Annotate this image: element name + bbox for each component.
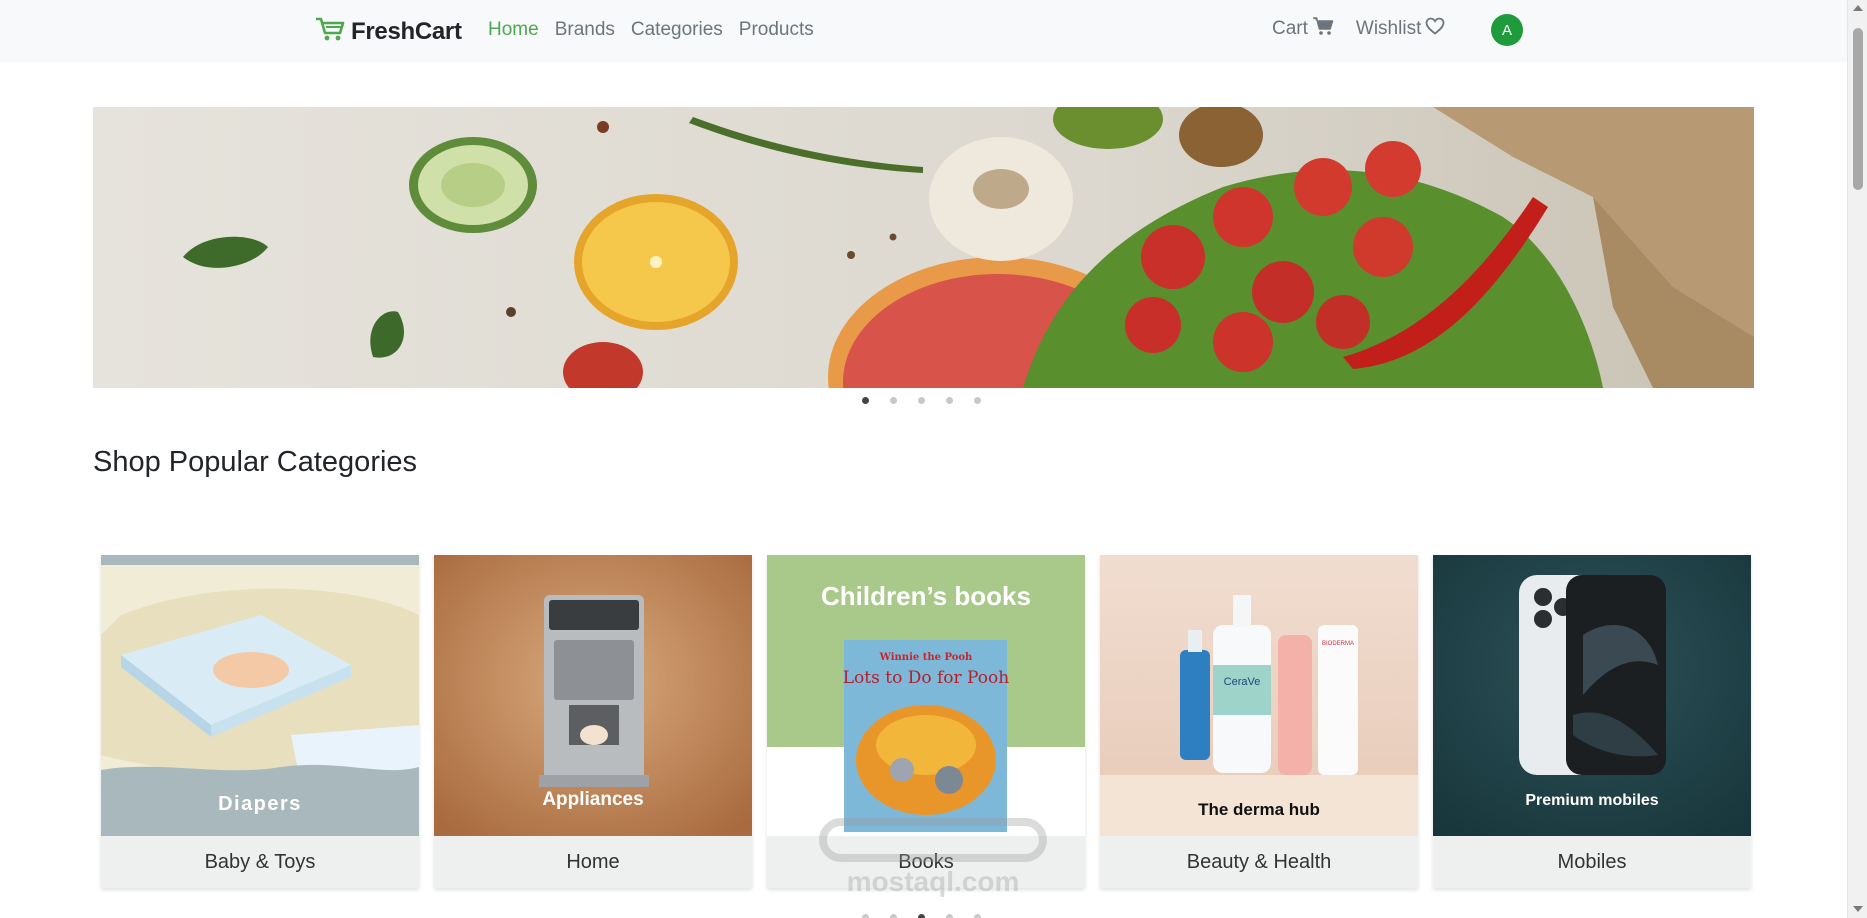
svg-text:Diapers: Diapers (218, 793, 302, 815)
scroll-up-icon[interactable] (1853, 5, 1863, 11)
nav-link-products[interactable]: Products (739, 19, 814, 41)
category-name: Beauty & Health (1100, 836, 1418, 888)
category-name: Baby & Toys (101, 836, 419, 888)
hero-dot-4[interactable] (946, 397, 953, 404)
main-nav: Home Brands Categories Products (488, 19, 814, 41)
section-title: Shop Popular Categories (93, 446, 418, 478)
nav-actions: Cart Wishlist (1272, 16, 1445, 42)
hero-dot-3[interactable] (918, 397, 925, 404)
svg-text:Premium mobiles: Premium mobiles (1525, 792, 1658, 809)
svg-text:Appliances: Appliances (542, 789, 643, 810)
svg-text:Children’s books: Children’s books (821, 581, 1031, 611)
user-avatar[interactable]: A (1491, 14, 1523, 46)
category-image-diapers: Diapers (101, 555, 419, 836)
svg-text:Winnie the Pooh: Winnie the Pooh (879, 652, 973, 663)
svg-text:CeraVe: CeraVe (1224, 676, 1261, 688)
svg-text:Lots to Do for Pooh: Lots to Do for Pooh (843, 668, 1009, 688)
category-card-home[interactable]: Appliances Home (434, 555, 752, 888)
brand-name: FreshCart (351, 17, 462, 45)
vegetables-illustration (93, 107, 1754, 388)
category-name: Books (767, 836, 1085, 888)
category-card-books[interactable]: Children’s books Winnie the Pooh Lots to… (767, 555, 1085, 888)
category-card-baby-toys[interactable]: Diapers Baby & Toys (101, 555, 419, 888)
hero-dot-1[interactable] (862, 397, 869, 404)
category-dot-4[interactable] (946, 914, 953, 918)
nav-link-categories[interactable]: Categories (631, 19, 723, 41)
scroll-thumb[interactable] (1853, 28, 1863, 190)
cart-logo-icon (315, 16, 345, 47)
wishlist-label: Wishlist (1355, 18, 1422, 39)
hero-dot-5[interactable] (974, 397, 981, 404)
hero-slider-dots (862, 397, 981, 404)
category-name: Mobiles (1433, 836, 1751, 888)
category-card-mobiles[interactable]: Premium mobiles Mobiles (1433, 555, 1751, 888)
navbar: FreshCart Home Brands Categories Product… (0, 0, 1847, 62)
brand-logo[interactable]: FreshCart (315, 16, 462, 47)
category-dot-3[interactable] (918, 914, 925, 918)
heart-icon (1425, 17, 1445, 41)
cart-label: Cart (1272, 18, 1308, 39)
category-carousel: Diapers Baby & Toys Appliances Home Chil… (101, 555, 1751, 888)
nav-link-brands[interactable]: Brands (555, 19, 615, 41)
category-image-appliances: Appliances (434, 555, 752, 836)
category-dot-1[interactable] (862, 914, 869, 918)
hero-slide-image[interactable] (93, 107, 1754, 388)
category-carousel-dots (862, 914, 981, 918)
svg-text:The derma hub: The derma hub (1198, 800, 1320, 819)
category-card-beauty-health[interactable]: CeraVe BIODERMA The derma hub Beauty & H… (1100, 555, 1418, 888)
nav-link-home[interactable]: Home (488, 19, 539, 41)
category-name: Home (434, 836, 752, 888)
cart-icon (1312, 16, 1334, 42)
cart-link[interactable]: Cart (1272, 16, 1334, 42)
category-image-premium-mobiles: Premium mobiles (1433, 555, 1751, 836)
category-image-childrens-books: Children’s books Winnie the Pooh Lots to… (767, 555, 1085, 836)
category-image-derma-hub: CeraVe BIODERMA The derma hub (1100, 555, 1418, 836)
wishlist-link[interactable]: Wishlist (1356, 17, 1445, 41)
scroll-down-icon[interactable] (1853, 906, 1863, 912)
svg-text:BIODERMA: BIODERMA (1322, 641, 1354, 647)
category-dot-5[interactable] (974, 914, 981, 918)
category-dot-2[interactable] (890, 914, 897, 918)
page-scrollbar[interactable] (1847, 0, 1867, 918)
hero-dot-2[interactable] (890, 397, 897, 404)
